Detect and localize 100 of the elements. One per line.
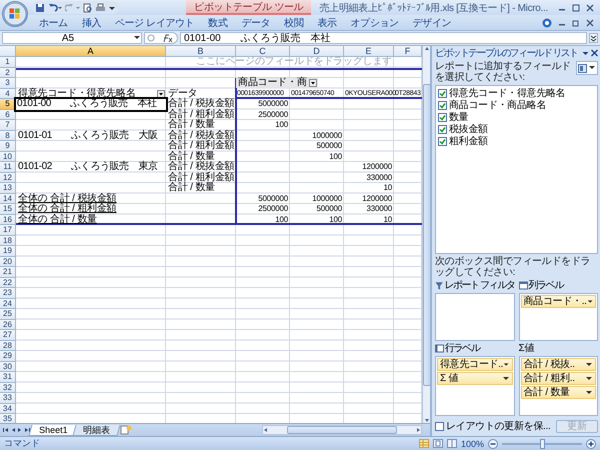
drop-area[interactable]: 得意先コード.. Σ 値 xyxy=(435,356,514,416)
ribbon-tab[interactable]: オプション xyxy=(344,15,406,30)
field-name[interactable]: 粗利金額 xyxy=(449,136,488,147)
row-header[interactable]: 29 xyxy=(0,351,16,362)
row-header[interactable]: 33 xyxy=(0,393,16,404)
row-header[interactable]: 18 xyxy=(0,236,16,246)
row-header[interactable]: 23 xyxy=(0,288,16,298)
row-header[interactable]: 3 xyxy=(0,78,16,88)
row-header[interactable]: 8 xyxy=(0,130,16,141)
field-chip[interactable]: 合計 / 粗利.. xyxy=(520,372,596,385)
grand-total-label: 全体の 合計 / 数量 xyxy=(17,214,98,225)
table-cell-text: 合計 / 税抜金額 xyxy=(167,130,236,141)
grand-total-label: 全体の 合計 / 税抜金額 xyxy=(17,194,118,204)
table-cell-text: 5000000 xyxy=(257,194,289,204)
table-cell-text: 100 xyxy=(274,120,289,130)
row-header[interactable]: 30 xyxy=(0,362,16,372)
table-cell-text: 合計 / 数量 xyxy=(167,183,216,194)
area-label: レポート フィルタ xyxy=(444,280,514,291)
table-cell-text: 合計 / 粗利金額 xyxy=(167,141,236,152)
row-header[interactable]: 9 xyxy=(0,141,16,152)
row-header[interactable]: 17 xyxy=(0,225,16,236)
table-cell-text: 330000 xyxy=(366,204,393,214)
drop-area[interactable]: 合計 / 税抜.. 合計 / 粗利.. 合計 / 数量 xyxy=(518,356,598,416)
panel-title: ピボットテーブルのフィールド リスト xyxy=(435,48,578,59)
column-header[interactable]: B xyxy=(166,46,236,57)
ribbon-tab[interactable]: 挿入 xyxy=(74,15,108,30)
grand-total-label: 全体の 合計 / 粗利金額 xyxy=(17,204,118,214)
row-header[interactable]: 19 xyxy=(0,246,16,256)
area-label: Σ 値 xyxy=(518,343,534,354)
field-chip[interactable]: 合計 / 税抜.. xyxy=(520,358,596,371)
column-header[interactable]: A xyxy=(16,46,166,57)
field-chip[interactable]: Σ 値 xyxy=(437,372,512,385)
table-cell-text: 1200000 xyxy=(361,194,393,204)
table-cell-text: 10 xyxy=(382,183,393,194)
field-name[interactable]: 得意先コード・得意先略名 xyxy=(449,88,566,99)
row-header[interactable]: 20 xyxy=(0,256,16,267)
area-label: 行ラベル xyxy=(445,343,480,354)
row-header[interactable]: 35 xyxy=(0,414,16,423)
row-header[interactable]: 28 xyxy=(0,340,16,351)
table-cell-text: 合計 / 税抜金額 xyxy=(167,99,236,110)
table-cell-text: 2500000 xyxy=(257,204,289,214)
row-header[interactable]: 27 xyxy=(0,330,16,340)
table-cell-text: 10 xyxy=(382,214,393,225)
ribbon-tab[interactable]: 表示 xyxy=(310,15,344,30)
page-field-drop-hint: ここにページのフィールドをドラッグします xyxy=(194,57,393,68)
table-cell-text: 100 xyxy=(274,214,289,225)
field-chip[interactable]: 商品コード・.. xyxy=(520,295,596,308)
row-header[interactable]: 26 xyxy=(0,320,16,330)
row-header[interactable]: 12 xyxy=(0,172,16,183)
sheet-tab[interactable]: 明細表 xyxy=(72,424,120,436)
row-header[interactable]: 13 xyxy=(0,183,16,194)
row-header[interactable]: 2 xyxy=(0,68,16,78)
table-cell-text: 1000000 xyxy=(311,130,343,141)
row-header[interactable]: 25 xyxy=(0,309,16,320)
row-header[interactable]: 10 xyxy=(0,152,16,162)
row-header[interactable]: 1 xyxy=(0,57,16,68)
field-chip[interactable]: 合計 / 数量 xyxy=(520,386,596,399)
table-cell-text: 500000 xyxy=(316,141,343,152)
zoom-level: 100% xyxy=(460,438,484,448)
row-header[interactable]: 14 xyxy=(0,194,16,204)
table-cell-text: データ xyxy=(167,88,198,99)
row-header[interactable]: 16 xyxy=(0,214,16,225)
row-header[interactable]: 22 xyxy=(0,278,16,288)
row-header[interactable]: 34 xyxy=(0,404,16,414)
table-cell-text: 100 xyxy=(328,152,343,162)
row-header[interactable]: 7 xyxy=(0,120,16,130)
table-cell-text: 合計 / 数量 xyxy=(167,120,215,130)
name-box[interactable]: A5 xyxy=(2,32,142,44)
row-header[interactable]: 31 xyxy=(0,372,16,382)
ribbon-tab[interactable]: 数式 xyxy=(201,15,234,30)
ribbon-tab[interactable]: ページ レイアウト xyxy=(108,15,202,30)
column-header[interactable]: C xyxy=(236,46,290,57)
drop-area[interactable]: 商品コード・.. xyxy=(518,293,598,341)
instruction-text: レポートに追加するフィールドを選択してください: xyxy=(435,61,572,83)
column-header[interactable]: D xyxy=(290,46,344,57)
field-name[interactable]: 税抜金額 xyxy=(449,124,488,135)
area-label: 列ラベル xyxy=(528,280,563,291)
ribbon-tab[interactable]: データ xyxy=(234,15,278,30)
column-field-label: 商品コード・商 xyxy=(237,78,308,88)
row-header[interactable]: 32 xyxy=(0,382,16,393)
table-cell-text: 合計 / 粗利金額 xyxy=(167,110,236,120)
table-cell-text: 合計 / 粗利金額 xyxy=(167,172,236,183)
drag-hint-text: 次のボックス間でフィールドをドラッグしてください: xyxy=(435,256,592,278)
row-header[interactable]: 24 xyxy=(0,298,16,309)
table-cell-text: 合計 / 税抜金額 xyxy=(167,162,236,172)
checkbox-label[interactable]: レイアウトの更新を保... xyxy=(446,419,550,433)
column-header[interactable]: F xyxy=(394,46,422,57)
row-header[interactable]: 15 xyxy=(0,204,16,214)
table-cell-text: 0101-02 ふくろう販売 東京 xyxy=(17,162,158,172)
column-header[interactable]: E xyxy=(344,46,394,57)
row-header[interactable]: 11 xyxy=(0,162,16,172)
ribbon-tab[interactable]: デザイン xyxy=(406,15,458,30)
row-header[interactable]: 21 xyxy=(0,267,16,278)
field-name[interactable]: 数量 xyxy=(449,112,468,123)
ribbon-tab[interactable]: 校閲 xyxy=(277,15,310,30)
ribbon-tab[interactable]: ホーム xyxy=(32,15,75,30)
field-name[interactable]: 商品コード・商品略名 xyxy=(449,100,546,111)
window-title: 売上明細表上ﾋﾟﾎﾞｯﾄﾃｰﾌﾞﾙ用.xls [互換モード] - Micro... xyxy=(319,2,548,14)
field-chip[interactable]: 得意先コード.. xyxy=(437,358,512,371)
formula-field[interactable]: 0101-00 ふくろう販売 本社 xyxy=(180,32,587,44)
